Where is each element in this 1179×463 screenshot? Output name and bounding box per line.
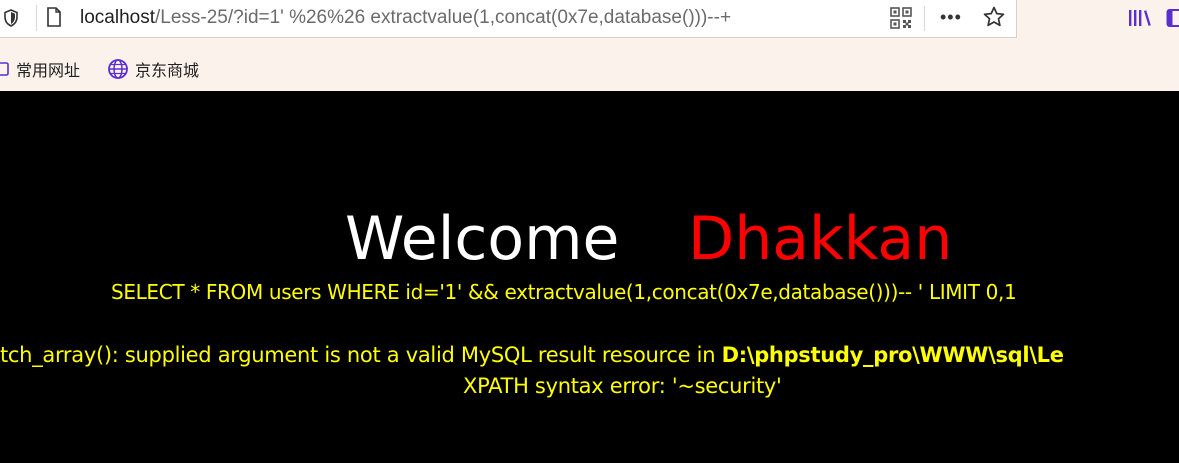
bookmark-label: 京东商城 xyxy=(135,61,200,80)
warning-message: tch_array(): supplied argument is not a … xyxy=(0,343,722,367)
folder-icon xyxy=(0,62,9,76)
toolbar-separator xyxy=(924,6,925,31)
warning-path: D:\phpstudy_pro\WWW\sql\Le xyxy=(721,343,1064,367)
address-separator xyxy=(36,5,37,31)
url-host: localhost xyxy=(80,7,155,28)
bookmark-common-sites[interactable]: 常用网址 xyxy=(0,56,80,82)
qr-code-icon[interactable] xyxy=(890,7,912,29)
welcome-heading: Welcome xyxy=(345,204,620,274)
xpath-error-text: XPATH syntax error: '~security' xyxy=(463,374,782,398)
bookmark-jd[interactable]: 京东商城 xyxy=(107,56,199,82)
sql-query-text: SELECT * FROM users WHERE id='1' && extr… xyxy=(111,280,1017,304)
sidebar-icon[interactable] xyxy=(1166,8,1179,28)
more-icon[interactable]: ••• xyxy=(940,8,962,26)
url-path: /Less-25/?id=1' %26%26 extractvalue(1,co… xyxy=(155,7,732,28)
library-icon[interactable] xyxy=(1127,8,1153,28)
php-warning-text: tch_array(): supplied argument is not a … xyxy=(0,341,1064,369)
shield-icon[interactable] xyxy=(4,9,18,27)
user-name-heading: Dhakkan xyxy=(688,204,953,274)
star-icon[interactable] xyxy=(982,5,1006,29)
bookmark-label: 常用网址 xyxy=(16,61,81,80)
globe-icon xyxy=(108,59,128,79)
bookmarks-bar: 常用网址 京东商城 xyxy=(0,56,300,82)
browser-chrome: localhost/Less-25/?id=1' %26%26 extractv… xyxy=(0,0,1179,91)
page-icon[interactable] xyxy=(46,7,62,27)
page-content: Welcome Dhakkan SELECT * FROM users WHER… xyxy=(0,91,1179,463)
address-bar[interactable]: localhost/Less-25/?id=1' %26%26 extractv… xyxy=(0,0,1017,38)
url-field[interactable]: localhost/Less-25/?id=1' %26%26 extractv… xyxy=(80,7,731,29)
